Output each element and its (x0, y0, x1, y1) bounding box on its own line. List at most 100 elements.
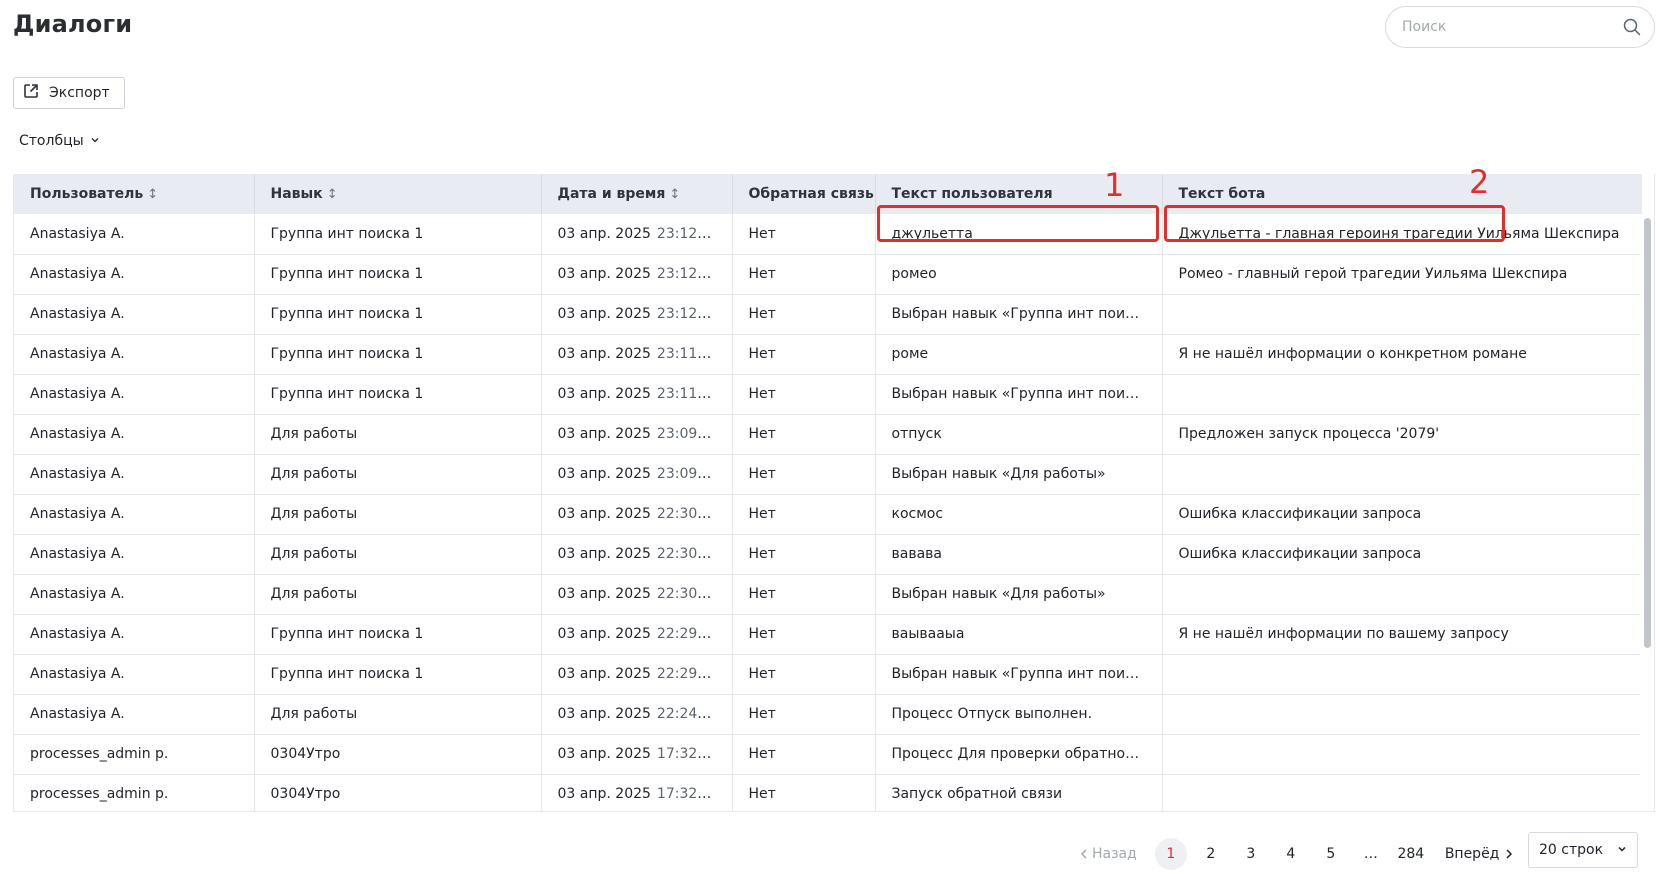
column-header-user[interactable]: Пользователь ↕ (14, 174, 255, 214)
cell-user: Anastasiya A. (14, 254, 255, 295)
cell-feedback: Нет (732, 654, 876, 695)
export-button[interactable]: Экспорт (13, 77, 125, 109)
cell-datetime: 03 апр. 2025 22:30:34 (541, 534, 733, 575)
cell-bot-text (1162, 694, 1642, 735)
chevron-down-icon (1617, 842, 1627, 858)
cell-user: Anastasiya A. (14, 654, 255, 695)
cell-skill: Группа инт поиска 1 (254, 254, 542, 295)
cell-feedback: Нет (732, 214, 876, 255)
page-number-button[interactable]: 4 (1275, 838, 1307, 870)
cell-datetime: 03 апр. 2025 22:29:24 (541, 614, 733, 655)
sort-icon[interactable]: ↕ (327, 187, 338, 202)
table-row[interactable]: processes_admin p. 0304Утро 03 апр. 2025 17… (14, 734, 1642, 775)
scrollbar-thumb[interactable] (1644, 218, 1651, 648)
cell-datetime: 03 апр. 2025 22:24:34 (541, 694, 733, 735)
table-row[interactable]: Anastasiya A. Для работы 03 апр. 2025 22:24… (14, 694, 1642, 735)
page-number-button[interactable]: 284 (1395, 838, 1427, 870)
export-button-label: Экспорт (49, 85, 110, 101)
columns-dropdown-label: Столбцы (19, 133, 84, 149)
table-row[interactable]: Anastasiya A. Группа инт поиска 1 03 апр. … (14, 614, 1642, 655)
cell-user: Anastasiya A. (14, 494, 255, 535)
dialogs-table: Пользователь ↕ Навык ↕ Дата и время ↕ Обрат… (13, 174, 1655, 812)
cell-skill: Для работы (254, 534, 542, 575)
cell-time: 23:12:14 (656, 266, 720, 282)
cell-datetime: 03 апр. 2025 23:12:14 (541, 254, 733, 295)
sort-icon[interactable]: ↕ (147, 187, 158, 202)
cell-date: 03 апр. 2025 (557, 266, 651, 282)
cell-skill: 0304Утро (254, 734, 542, 775)
cell-user-text: роме (875, 334, 1163, 375)
cell-skill: Группа инт поиска 1 (254, 294, 542, 335)
table-row[interactable]: processes_admin p. 0304Утро 03 апр. 2025 17… (14, 774, 1642, 811)
page-number-button[interactable]: 1 (1154, 838, 1187, 870)
cell-bot-text (1162, 734, 1642, 775)
page-number-button[interactable]: 3 (1235, 838, 1267, 870)
cell-bot-text (1162, 774, 1642, 811)
annotation-box-2 (1164, 205, 1505, 242)
table-row[interactable]: Anastasiya A. Для работы 03 апр. 2025 22:30… (14, 534, 1642, 575)
table-row[interactable]: Anastasiya A. Для работы 03 апр. 2025 23:09… (14, 414, 1642, 455)
cell-bot-text: Предложен запуск процесса '2079' (1162, 414, 1642, 455)
cell-user-text: Выбран навык «Группа инт поиска 1» (875, 654, 1163, 695)
cell-time: 22:30:32 (656, 586, 720, 602)
cell-skill: Для работы (254, 694, 542, 735)
cell-date: 03 апр. 2025 (557, 225, 651, 242)
cell-time: 22:29:20 (656, 666, 720, 682)
cell-skill: 0304Утро (254, 774, 542, 811)
rows-per-page-select[interactable]: 20 строк (1528, 832, 1638, 868)
column-header-datetime[interactable]: Дата и время ↕ (541, 174, 733, 214)
search-input[interactable] (1402, 19, 1622, 35)
page-number-button[interactable]: 2 (1195, 838, 1227, 870)
cell-feedback: Нет (732, 534, 876, 575)
cell-skill: Группа инт поиска 1 (254, 334, 542, 375)
cell-bot-text: Я не нашёл информации по вашему запросу (1162, 614, 1642, 655)
columns-dropdown[interactable]: Столбцы (19, 133, 100, 149)
table-row[interactable]: Anastasiya A. Для работы 03 апр. 2025 22:30… (14, 494, 1642, 535)
cell-user: Anastasiya A. (14, 574, 255, 615)
cell-date: 03 апр. 2025 (557, 426, 651, 442)
cell-time: 22:30:39 (656, 506, 720, 522)
sort-icon[interactable]: ↕ (669, 187, 680, 202)
table-row[interactable]: Anastasiya A. Для работы 03 апр. 2025 22:30… (14, 574, 1642, 615)
table-row[interactable]: Anastasiya A. Группа инт поиска 1 03 апр. … (14, 294, 1642, 335)
table-row[interactable]: Anastasiya A. Группа инт поиска 1 03 апр. … (14, 334, 1642, 375)
cell-user: Anastasiya A. (14, 614, 255, 655)
cell-date: 03 апр. 2025 (557, 346, 651, 362)
cell-time: 23:12:53 (656, 225, 720, 242)
cell-feedback: Нет (732, 574, 876, 615)
cell-date: 03 апр. 2025 (557, 746, 651, 762)
cell-datetime: 03 апр. 2025 23:12:53 (541, 214, 733, 255)
next-page-button[interactable]: Вперёд (1445, 846, 1514, 862)
table-row[interactable]: Anastasiya A. Группа инт поиска 1 03 апр. … (14, 254, 1642, 295)
cell-datetime: 03 апр. 2025 22:30:32 (541, 574, 733, 615)
prev-page-button[interactable]: Назад (1080, 846, 1137, 862)
cell-time: 23:12:10 (656, 306, 720, 322)
table-row[interactable]: Anastasiya A. Группа инт поиска 1 03 апр. … (14, 374, 1642, 415)
cell-skill: Для работы (254, 494, 542, 535)
cell-user: processes_admin p. (14, 734, 255, 775)
cell-user-text: Процесс Отпуск выполнен. (875, 694, 1163, 735)
cell-time: 22:30:34 (656, 546, 720, 562)
search-icon[interactable] (1622, 17, 1642, 37)
cell-user-text: ваывааыа (875, 614, 1163, 655)
table-row[interactable]: Anastasiya A. Группа инт поиска 1 03 апр. … (14, 654, 1642, 695)
cell-date: 03 апр. 2025 (557, 506, 651, 522)
cell-user: Anastasiya A. (14, 694, 255, 735)
pagination-ellipsis: … (1363, 846, 1378, 862)
table-row[interactable]: Anastasiya A. Для работы 03 апр. 2025 23:09… (14, 454, 1642, 495)
cell-date: 03 апр. 2025 (557, 626, 651, 642)
cell-feedback: Нет (732, 414, 876, 455)
cell-datetime: 03 апр. 2025 23:11:48 (541, 374, 733, 415)
cell-user: Anastasiya A. (14, 294, 255, 335)
export-icon (23, 83, 39, 103)
cell-user-text: отпуск (875, 414, 1163, 455)
cell-datetime: 03 апр. 2025 23:09:56 (541, 414, 733, 455)
page-number-button[interactable]: 5 (1315, 838, 1347, 870)
cell-time: 22:24:34 (656, 706, 720, 722)
cell-datetime: 03 апр. 2025 22:30:39 (541, 494, 733, 535)
cell-time: 23:11:48 (656, 386, 720, 402)
cell-time: 23:09:56 (656, 426, 720, 442)
search-box[interactable] (1385, 6, 1655, 48)
annotation-label-1: 1 (1104, 166, 1125, 204)
column-header-skill[interactable]: Навык ↕ (254, 174, 542, 214)
